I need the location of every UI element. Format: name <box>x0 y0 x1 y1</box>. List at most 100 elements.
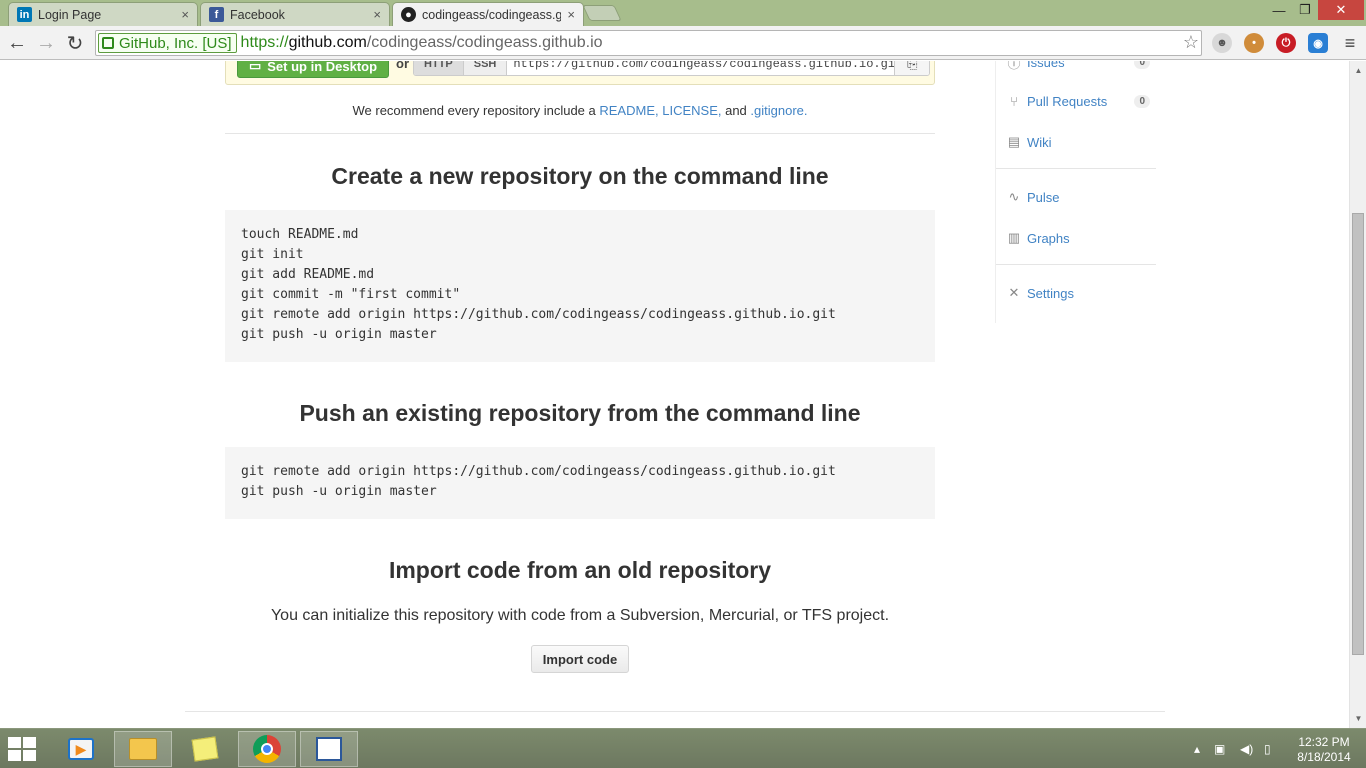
scroll-down-arrow[interactable]: ▼ <box>1350 711 1366 725</box>
url-host: github.com <box>288 34 367 51</box>
extension-owl-icon[interactable]: ☻ <box>1212 33 1232 53</box>
import-code-heading: Import code from an old repository <box>388 557 772 583</box>
back-button[interactable]: ← <box>5 31 29 55</box>
sidebar-item-issues[interactable]: ⓘ Issues 0 <box>1006 61 1156 73</box>
readme-link[interactable]: README, <box>599 103 658 118</box>
clone-url-group: HTTP SSH https://github.com/codingeass/c… <box>413 61 931 76</box>
create-repo-code-block: touch README.md git init git add README.… <box>225 210 935 362</box>
close-window-button[interactable]: ✕ <box>1318 0 1364 20</box>
sidebar-divider <box>996 264 1156 265</box>
import-code-button[interactable]: Import code <box>531 645 629 673</box>
windows-taskbar: ▶ ▴ ▣ ◀) ▯ 12:32 PM 8/18/2014 <box>0 728 1366 768</box>
ev-label: GitHub, Inc. [US] <box>119 34 232 52</box>
linkedin-icon: in <box>17 7 32 22</box>
windows-start-icon[interactable] <box>8 737 38 761</box>
minimize-button[interactable]: — <box>1266 0 1292 20</box>
clock-time: 12:32 PM <box>1298 735 1350 749</box>
extension-cookie-icon[interactable]: • <box>1244 33 1264 53</box>
new-tab-button[interactable] <box>582 5 622 21</box>
quick-setup-box: ▭ Set up in Desktop or HTTP SSH https://… <box>225 61 935 85</box>
clock-date: 8/18/2014 <box>1297 750 1351 764</box>
pull-request-icon: ⑂ <box>1010 93 1018 109</box>
issues-count: 0 <box>1134 61 1150 69</box>
sidebar-item-pulse[interactable]: ∿ Pulse <box>1006 186 1156 208</box>
chrome-menu-icon[interactable]: ≡ <box>1338 31 1362 55</box>
extension-blue-icon[interactable]: ◉ <box>1308 33 1328 53</box>
tab-title: Login Page <box>38 7 102 22</box>
clipboard-icon[interactable]: ⎘ <box>895 61 930 75</box>
browser-toolbar: ← → ↻ GitHub, Inc. [US] https://github.c… <box>0 26 1366 60</box>
setup-in-desktop-label: Set up in Desktop <box>267 61 378 74</box>
sidebar-item-label: Wiki <box>1027 134 1052 150</box>
tab-login-page[interactable]: in Login Page × <box>8 2 198 26</box>
setup-in-desktop-button[interactable]: ▭ Set up in Desktop <box>237 61 389 78</box>
repo-sidebar: ⓘ Issues 0 ⑂ Pull Requests 0 ▤ Wiki ∿ Pu… <box>995 61 1160 323</box>
tools-icon: ✕ <box>1008 285 1020 300</box>
desktop-icon: ▭ <box>248 61 262 73</box>
recommend-text: We recommend every repository include a … <box>225 103 935 118</box>
url-path: /codingeass/codingeass.github.io <box>366 34 603 51</box>
push-repo-code-block: git remote add origin https://github.com… <box>225 447 935 519</box>
wiki-icon: ▤ <box>1007 134 1021 149</box>
sidebar-item-pull-requests[interactable]: ⑂ Pull Requests 0 <box>1006 90 1156 112</box>
close-tab-icon[interactable]: × <box>567 7 575 22</box>
ssh-protocol-button[interactable]: SSH <box>463 61 508 75</box>
close-tab-icon[interactable]: × <box>373 7 381 22</box>
license-link[interactable]: LICENSE, <box>662 103 721 118</box>
sticky-notes-icon[interactable] <box>176 731 234 767</box>
page-viewport: ▭ Set up in Desktop or HTTP SSH https://… <box>0 61 1349 728</box>
scroll-up-arrow[interactable]: ▲ <box>1350 63 1366 77</box>
network-icon[interactable]: ▣ <box>1214 729 1225 768</box>
windows-media-icon[interactable]: ▶ <box>52 731 110 767</box>
reload-button[interactable]: ↻ <box>63 31 87 55</box>
taskbar-clock[interactable]: 12:32 PM 8/18/2014 <box>1290 735 1358 765</box>
recommend-prefix: We recommend every repository include a <box>352 103 600 118</box>
tab-strip: in Login Page × f Facebook × ● codingeas… <box>0 0 1366 26</box>
page-scrollbar[interactable]: ▲ ▼ <box>1349 61 1366 728</box>
issue-icon: ⓘ <box>1007 61 1021 71</box>
github-icon: ● <box>401 7 416 22</box>
extension-power-icon[interactable]: ⏻ <box>1276 33 1296 53</box>
sidebar-item-label: Settings <box>1027 285 1074 301</box>
reader-icon[interactable] <box>300 731 358 767</box>
file-explorer-icon[interactable] <box>114 731 172 767</box>
power-icon[interactable]: ▯ <box>1264 729 1271 768</box>
sidebar-item-graphs[interactable]: ▥ Graphs <box>1006 227 1156 249</box>
url-text[interactable]: https://github.com/codingeass/codingeass… <box>241 34 603 52</box>
sidebar-item-settings[interactable]: ✕ Settings <box>1006 282 1156 304</box>
url-scheme: https:// <box>240 34 289 51</box>
create-repo-heading: Create a new repository on the command l… <box>331 163 829 189</box>
sidebar-divider <box>996 168 1156 169</box>
forward-button[interactable]: → <box>34 31 58 55</box>
address-bar[interactable]: GitHub, Inc. [US] https://github.com/cod… <box>95 30 1202 56</box>
sidebar-item-label: Graphs <box>1027 230 1070 246</box>
recommend-and: and <box>721 103 751 118</box>
tab-title: codingeass/codingeass.gi <box>422 7 562 22</box>
tab-facebook[interactable]: f Facebook × <box>200 2 390 26</box>
sidebar-item-wiki[interactable]: ▤ Wiki <box>1006 131 1156 153</box>
facebook-icon: f <box>209 7 224 22</box>
close-tab-icon[interactable]: × <box>181 7 189 22</box>
bookmark-star-icon[interactable]: ☆ <box>1183 32 1199 53</box>
sidebar-item-label: Pulse <box>1027 189 1060 205</box>
graph-icon: ▥ <box>1007 230 1021 245</box>
clone-url-input[interactable]: https://github.com/codingeass/codingeass… <box>507 61 896 75</box>
volume-icon[interactable]: ◀) <box>1240 729 1253 768</box>
chrome-icon[interactable] <box>238 731 296 767</box>
tray-show-hidden-icon[interactable]: ▴ <box>1194 729 1200 768</box>
tab-github-active[interactable]: ● codingeass/codingeass.gi × <box>392 2 584 26</box>
import-description: You can initialize this repository with … <box>270 607 890 624</box>
ev-certificate-badge[interactable]: GitHub, Inc. [US] <box>98 33 237 53</box>
scroll-thumb[interactable] <box>1352 213 1364 655</box>
footer-divider <box>185 711 1165 712</box>
sidebar-item-label: Issues <box>1027 61 1065 70</box>
restore-button[interactable]: ❐ <box>1292 0 1318 20</box>
pulse-icon: ∿ <box>1008 189 1020 204</box>
http-protocol-button[interactable]: HTTP <box>414 61 464 75</box>
tab-title: Facebook <box>230 7 285 22</box>
gitignore-link[interactable]: .gitignore. <box>750 103 807 118</box>
push-repo-heading: Push an existing repository from the com… <box>299 400 861 426</box>
divider <box>225 133 935 134</box>
sidebar-item-label: Pull Requests <box>1027 93 1108 109</box>
or-text: or <box>396 61 409 71</box>
